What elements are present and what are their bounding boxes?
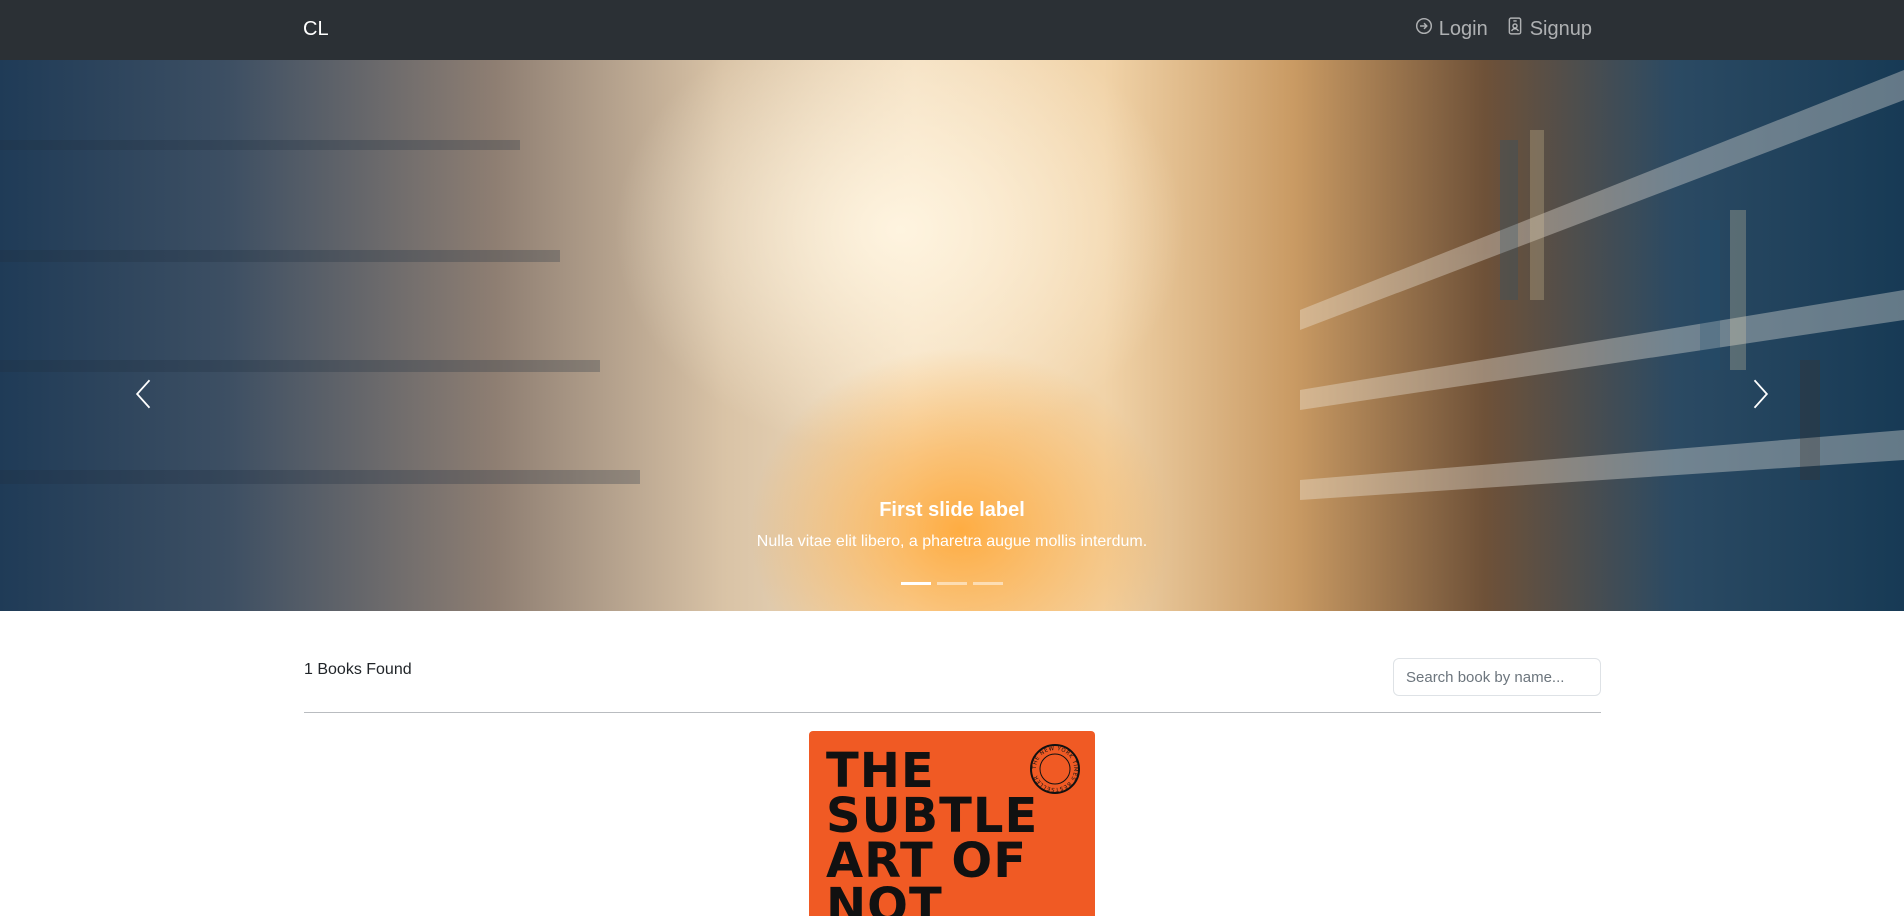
book-cover-title: THE SUBTLE ART OF NOT bbox=[826, 743, 1039, 916]
person-badge-icon bbox=[1506, 17, 1524, 41]
login-link[interactable]: Login bbox=[1415, 17, 1488, 41]
top-navbar: CL Login Signup bbox=[0, 0, 1904, 60]
hero-carousel: First slide label Nulla vitae elit liber… bbox=[0, 60, 1904, 611]
books-found-count: 1 Books Found bbox=[304, 661, 412, 678]
carousel-indicators bbox=[0, 582, 1904, 585]
login-icon bbox=[1415, 17, 1433, 41]
brand-logo[interactable]: CL bbox=[303, 18, 329, 41]
signup-label: Signup bbox=[1529, 17, 1592, 40]
chevron-left-icon bbox=[133, 377, 155, 416]
carousel-indicator-3[interactable] bbox=[973, 582, 1003, 585]
svg-text:THE NEW YORK TIMES BESTSELLER: THE NEW YORK TIMES BESTSELLER bbox=[1032, 746, 1078, 792]
carousel-next-button[interactable] bbox=[1740, 360, 1780, 432]
carousel-caption-title: First slide label bbox=[879, 499, 1025, 521]
results-divider bbox=[304, 712, 1601, 713]
login-label: Login bbox=[1438, 17, 1488, 40]
chevron-right-icon bbox=[1749, 377, 1771, 416]
book-search-input[interactable] bbox=[1393, 658, 1601, 696]
carousel-indicator-1[interactable] bbox=[901, 582, 931, 585]
carousel-indicator-2[interactable] bbox=[937, 582, 967, 585]
bestseller-seal: THE NEW YORK TIMES BESTSELLER bbox=[1030, 744, 1080, 794]
library-background-image bbox=[0, 70, 1904, 500]
signup-link[interactable]: Signup bbox=[1506, 17, 1592, 41]
carousel-prev-button[interactable] bbox=[124, 360, 164, 432]
carousel-caption-text: Nulla vitae elit libero, a pharetra augu… bbox=[756, 533, 1148, 550]
seal-text: THE NEW YORK TIMES BESTSELLER bbox=[1032, 746, 1078, 792]
book-card[interactable]: THE SUBTLE ART OF NOT THE NEW YORK TIMES… bbox=[809, 731, 1095, 916]
nav-links: Login Signup bbox=[1415, 17, 1592, 41]
